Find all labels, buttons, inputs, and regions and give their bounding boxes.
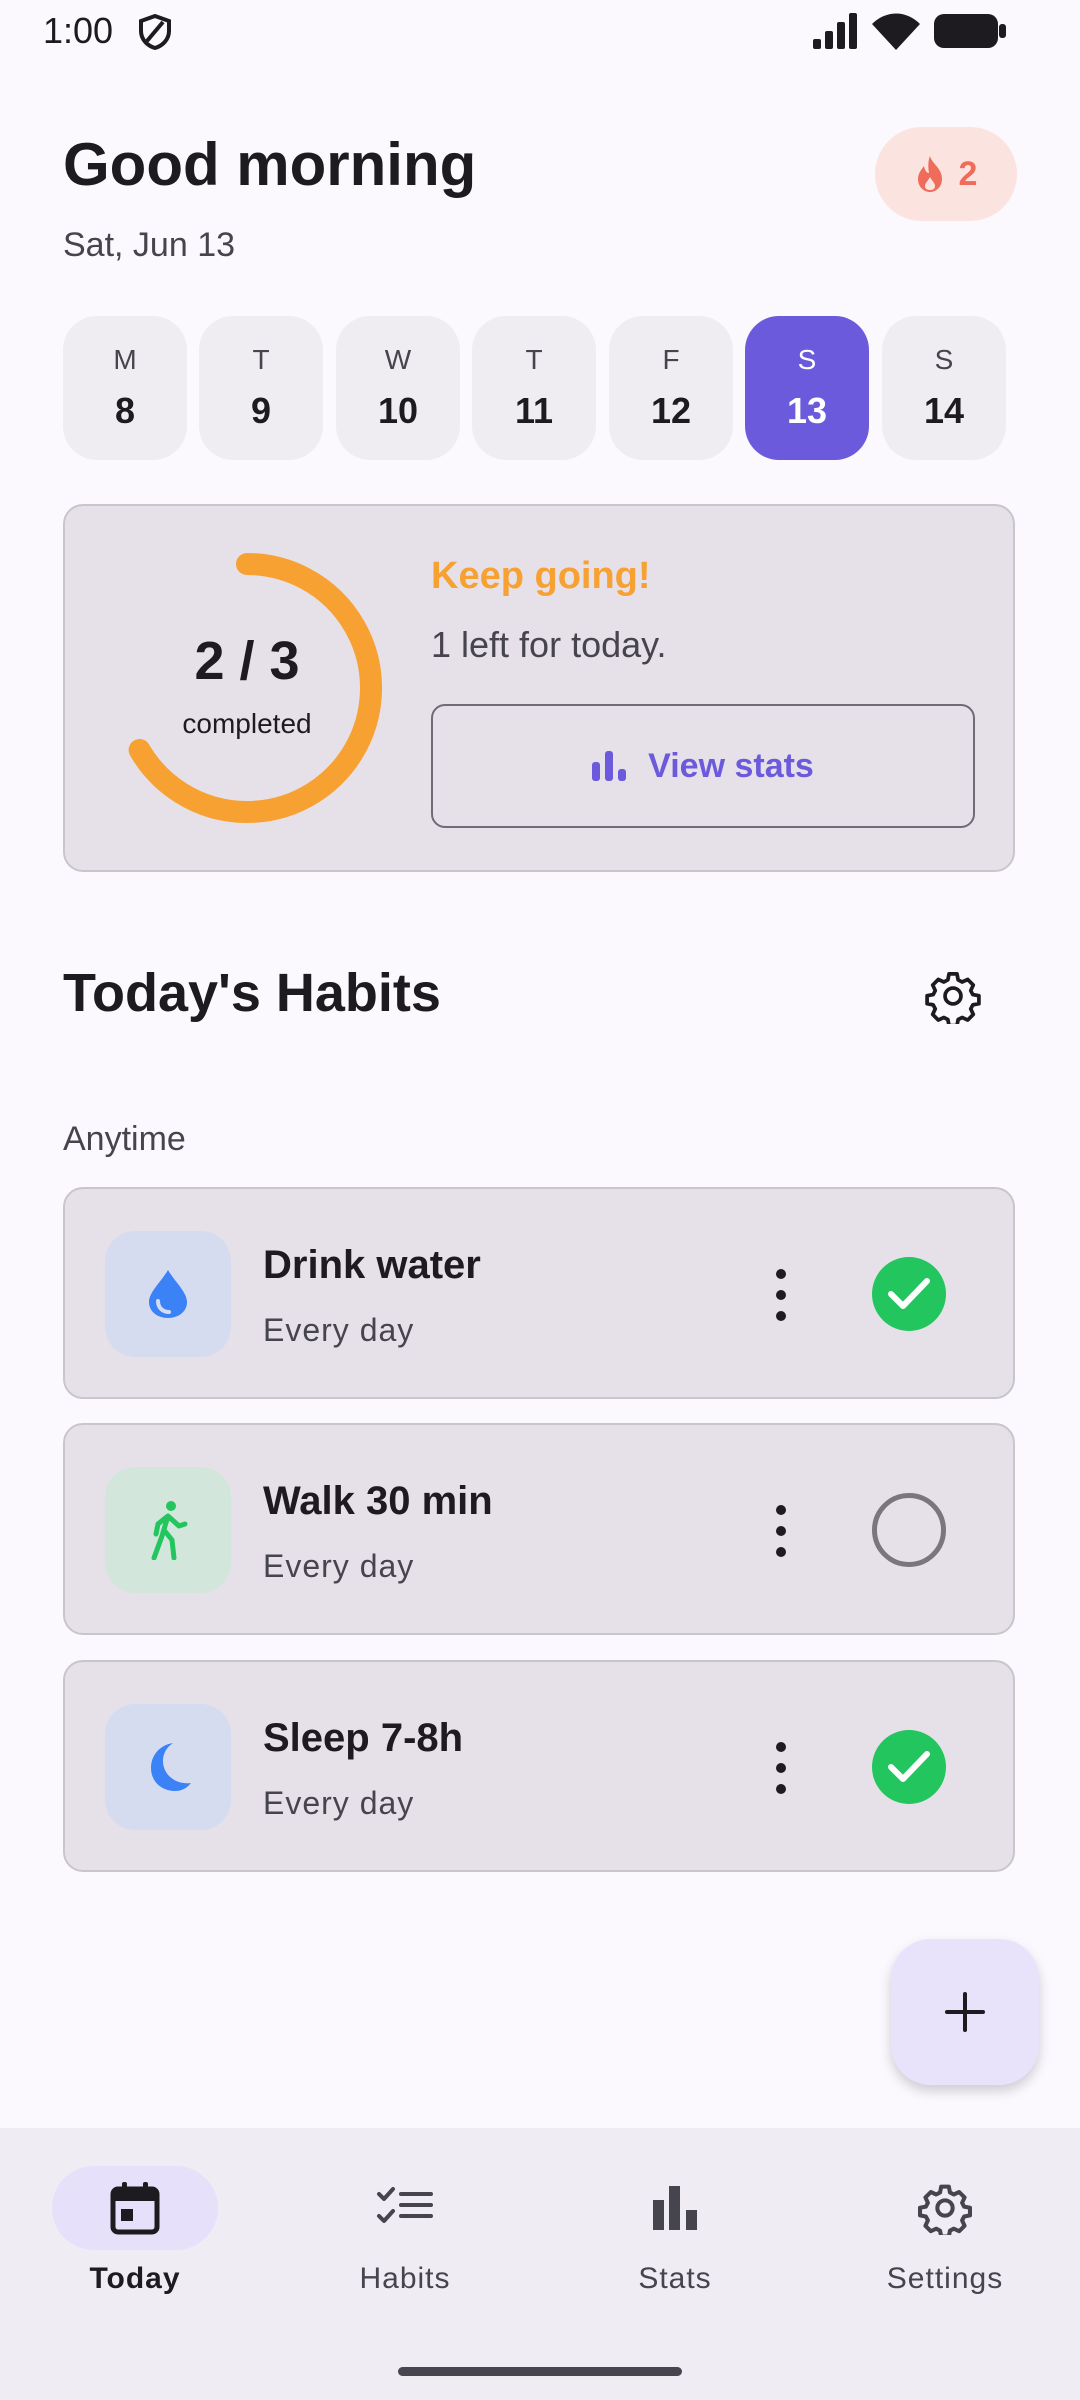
more-options-icon[interactable] xyxy=(766,1742,796,1794)
walking-icon xyxy=(151,1501,188,1560)
day-number: 8 xyxy=(114,390,136,431)
gear-icon xyxy=(918,2184,972,2235)
bar-chart-icon xyxy=(592,751,627,781)
day-letter: S xyxy=(934,344,954,375)
calendar-icon xyxy=(110,2182,160,2235)
day-sun[interactable]: S 14 xyxy=(882,316,1006,460)
check-icon xyxy=(888,1278,930,1309)
day-sat-selected[interactable]: S 13 xyxy=(745,316,869,460)
current-date: Sat, Jun 13 xyxy=(63,226,236,264)
day-letter: W xyxy=(384,344,412,375)
plus-icon xyxy=(945,1992,985,2032)
bar-chart-icon xyxy=(653,2186,697,2230)
day-number: 10 xyxy=(377,390,419,431)
habit-group-label: Anytime xyxy=(63,1120,186,1158)
nav-label: Stats xyxy=(638,2262,712,2295)
progress-completed-label: completed xyxy=(182,708,312,739)
nav-indicator xyxy=(592,2166,758,2250)
greeting-title: Good morning xyxy=(63,131,477,198)
nav-label: Settings xyxy=(886,2262,1004,2295)
nav-item-stats[interactable]: Stats xyxy=(565,2166,785,2296)
flame-icon xyxy=(917,156,942,192)
home-indicator[interactable] xyxy=(398,2367,682,2376)
nav-item-settings[interactable]: Settings xyxy=(835,2166,1055,2296)
water-drop-icon xyxy=(149,1270,187,1318)
nav-indicator xyxy=(52,2166,218,2250)
day-letter: T xyxy=(525,344,543,375)
shield-icon xyxy=(139,14,171,50)
habit-icon-tile xyxy=(105,1704,231,1830)
moon-icon xyxy=(151,1743,191,1791)
day-number: 12 xyxy=(650,390,692,431)
nav-label: Habits xyxy=(359,2262,451,2295)
habit-frequency: Every day xyxy=(263,1312,415,1348)
day-thu[interactable]: T 11 xyxy=(472,316,596,460)
signal-icon xyxy=(813,13,857,49)
progress-fraction: 2 / 3 xyxy=(194,631,300,691)
habit-check-button[interactable] xyxy=(872,1493,946,1567)
checklist-icon xyxy=(377,2187,433,2223)
habit-name: Walk 30 min xyxy=(263,1479,493,1523)
day-wed[interactable]: W 10 xyxy=(336,316,460,460)
habit-icon-tile xyxy=(105,1231,231,1357)
progress-headline: Keep going! xyxy=(431,555,651,597)
streak-count: 2 xyxy=(958,154,978,193)
check-icon xyxy=(888,1751,930,1782)
nav-indicator xyxy=(862,2166,1028,2250)
day-mon[interactable]: M 8 xyxy=(63,316,187,460)
day-number: 9 xyxy=(250,390,272,431)
progress-remaining: 1 left for today. xyxy=(431,624,667,665)
habit-check-button[interactable] xyxy=(872,1730,946,1804)
wifi-icon xyxy=(872,13,920,50)
habit-icon-tile xyxy=(105,1467,231,1593)
nav-item-today[interactable]: Today xyxy=(25,2166,245,2296)
habits-section-title: Today's Habits xyxy=(63,963,441,1023)
habit-frequency: Every day xyxy=(263,1548,415,1584)
view-stats-button[interactable]: View stats xyxy=(431,704,975,828)
status-time: 1:00 xyxy=(43,10,114,51)
more-options-icon[interactable] xyxy=(766,1269,796,1321)
battery-icon xyxy=(934,14,1006,48)
view-stats-label: View stats xyxy=(648,746,814,785)
day-letter: S xyxy=(797,344,817,375)
day-letter: T xyxy=(252,344,270,375)
more-options-icon[interactable] xyxy=(766,1505,796,1557)
gear-icon[interactable] xyxy=(925,968,981,1024)
habit-name: Sleep 7-8h xyxy=(263,1716,464,1760)
nav-indicator xyxy=(322,2166,488,2250)
add-habit-button[interactable] xyxy=(891,1939,1039,2085)
day-fri[interactable]: F 12 xyxy=(609,316,733,460)
streak-badge[interactable]: 2 xyxy=(875,127,1017,221)
day-number: 11 xyxy=(514,390,554,431)
day-tue[interactable]: T 9 xyxy=(199,316,323,460)
day-letter: M xyxy=(113,344,137,375)
day-letter: F xyxy=(662,344,680,375)
nav-label: Today xyxy=(89,2262,181,2295)
day-number: 14 xyxy=(923,390,965,431)
day-number: 13 xyxy=(786,390,828,431)
habit-frequency: Every day xyxy=(263,1785,415,1821)
nav-item-habits[interactable]: Habits xyxy=(295,2166,515,2296)
habit-check-button[interactable] xyxy=(872,1257,946,1331)
habit-name: Drink water xyxy=(263,1243,481,1287)
